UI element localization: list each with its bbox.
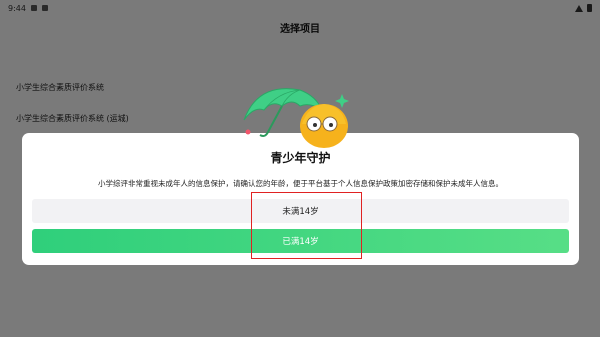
dialog-description: 小学综评非常重视未成年人的信息保护，请确认您的年龄，便于平台基于个人信息保护政策… [98, 179, 503, 188]
umbrella-mascot-illustration [243, 88, 349, 148]
dialog-title: 青少年守护 [270, 151, 331, 165]
annotation-highlight-box [251, 192, 362, 259]
